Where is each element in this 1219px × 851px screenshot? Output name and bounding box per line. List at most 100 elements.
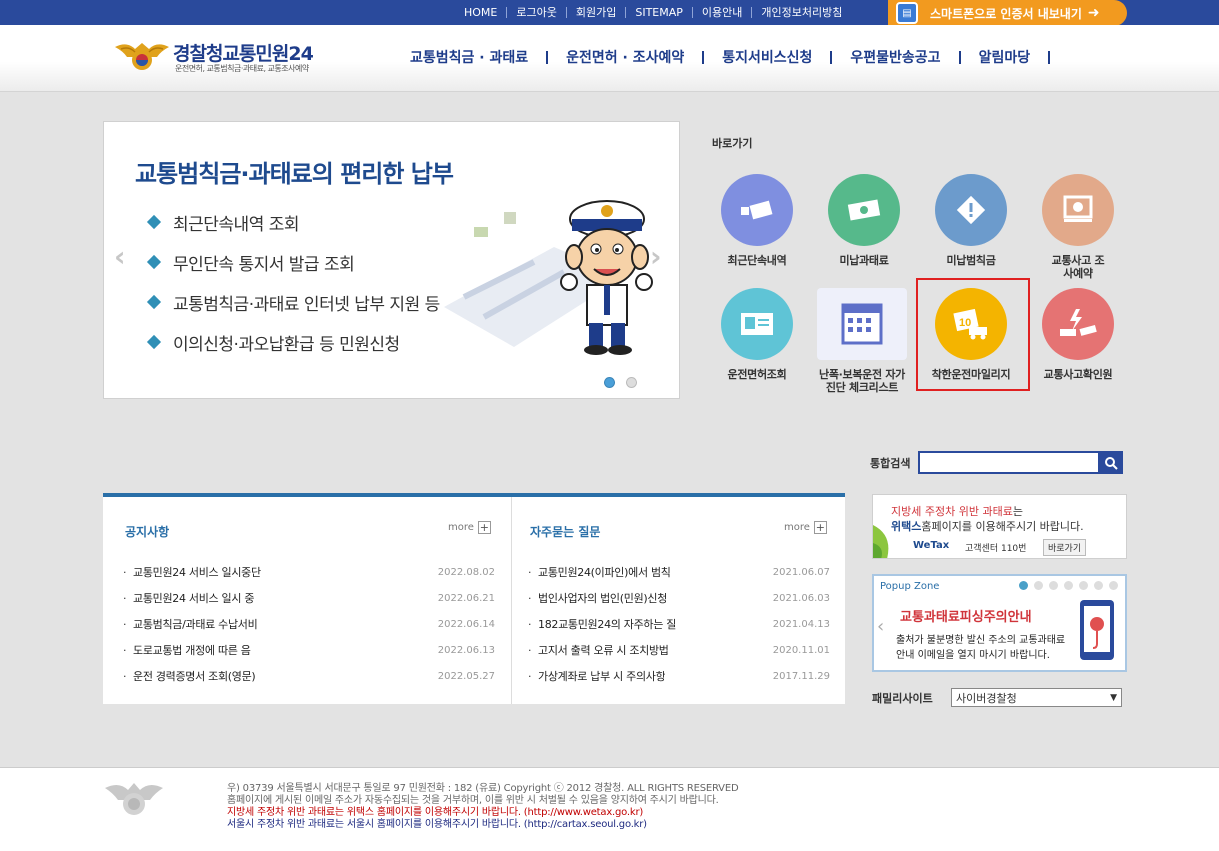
banner-item: 이의신청·과오납환급 등 민원신청 (146, 322, 440, 362)
nav-notice[interactable]: 알림마당 (969, 47, 1041, 67)
popup-dot[interactable] (1094, 581, 1103, 590)
site-logo[interactable]: 경찰청교통민원24 운전면허, 교통범칙금·과태료, 교통조사예약 (113, 37, 343, 77)
wetax-logo: WeTax (913, 540, 950, 551)
popup-dot[interactable] (1019, 581, 1028, 590)
footer-line4: 서울시 주정차 위반 과태료는 서울시 홈페이지를 이용해주시기 바랍니다. (… (227, 819, 647, 830)
search-input[interactable] (918, 451, 1100, 474)
banner-list: 최근단속내역 조회 무인단속 통지서 발급 조회 교통범칙금·과태료 인터넷 납… (146, 202, 440, 362)
list-item[interactable]: · 고지서 출력 오류 시 조치방법 2020.11.01 (528, 637, 830, 663)
list-item[interactable]: · 교통민원24 서비스 일시중단 2022.08.02 (123, 559, 495, 585)
top-links: HOME 로그아웃 회원가입 SITEMAP 이용안내 개인정보처리방침 (455, 0, 851, 25)
notice-item-title: 교통범칙금/과태료 수납서비 (133, 618, 258, 631)
list-item[interactable]: · 교통민원24(이파인)에서 범칙 2021.06.07 (528, 559, 830, 585)
quick-recent-violation[interactable]: 최근단속내역 (707, 174, 807, 267)
popup-dot[interactable] (1079, 581, 1088, 590)
faq-item-title: 법인사업자의 법인(민원)신청 (538, 592, 668, 605)
footer-line1: 우) 03739 서울특별시 서대문구 통일로 97 민원전화 : 182 (유… (227, 783, 739, 794)
nav-divider (546, 50, 549, 64)
nav-divider (1048, 50, 1051, 64)
banner-dot-1[interactable] (604, 377, 615, 388)
notice-more-button[interactable]: more + (448, 521, 491, 534)
quick-accident-reservation[interactable]: 교통사고 조사예약 (1028, 174, 1128, 280)
wetax-go-button[interactable]: 바로가기 (1043, 539, 1087, 556)
logout-link[interactable]: 로그아웃 (506, 7, 565, 18)
banner-prev-button[interactable]: ‹ (114, 240, 126, 273)
popup-prev-button[interactable]: ‹ (877, 616, 884, 637)
money-icon (828, 174, 900, 246)
banner-pagination (604, 377, 637, 388)
list-item[interactable]: · 교통범칙금/과태료 수납서비 2022.06.14 (123, 611, 495, 637)
search-button[interactable] (1099, 451, 1123, 474)
sitemap-link[interactable]: SITEMAP (625, 7, 692, 18)
faq-list: · 교통민원24(이파인)에서 범칙 2021.06.07 · 법인사업자의 법인(민… (528, 559, 830, 689)
faq-title[interactable]: 자주묻는 질문 (530, 523, 600, 540)
nav-return-mail[interactable]: 우편물반송공고 (840, 47, 950, 67)
home-link[interactable]: HOME (455, 7, 506, 18)
notice-item-date: 2022.08.02 (437, 566, 495, 578)
more-label: more (784, 522, 810, 533)
banner-item-text: 이의신청·과오납환급 등 민원신청 (173, 334, 400, 355)
search-label: 통합검색 (870, 457, 911, 470)
popup-dot[interactable] (1064, 581, 1073, 590)
quick-unpaid-fine[interactable]: 미납과태료 (814, 174, 914, 267)
banner-dot-2[interactable] (626, 377, 637, 388)
faq-more-button[interactable]: more + (784, 521, 827, 534)
list-item[interactable]: · 운전 경력증명서 조회(영문) 2022.05.27 (123, 663, 495, 689)
faq-item-date: 2021.06.07 (772, 566, 830, 578)
popup-line1: 출처가 불분명한 발신 주소의 교통과태료 (896, 635, 1066, 646)
quick-aggressive-driving-checklist[interactable]: 난폭·보복운전 자가진단 체크리스트 (812, 288, 912, 394)
diamond-bullet-icon (146, 214, 162, 230)
nav-fine[interactable]: 교통범칙금 · 과태료 (400, 47, 538, 67)
quick-label: 운전면허조회 (727, 368, 787, 381)
police-emblem-gray-icon (105, 783, 163, 815)
banner-next-button[interactable]: › (650, 240, 662, 273)
quick-license-check[interactable]: 운전면허조회 (707, 288, 807, 381)
popup-headline: 교통과태료피싱주의안내 (900, 610, 1032, 625)
list-item[interactable]: · 교통민원24 서비스 일시 중 2022.06.21 (123, 585, 495, 611)
signup-link[interactable]: 회원가입 (565, 7, 625, 18)
chevron-down-icon: ▼ (1110, 692, 1117, 703)
smart-label: 스마트폰으로 인증서 내보내기 (930, 6, 1082, 21)
bullet-icon: · (528, 617, 532, 631)
main-banner[interactable]: 교통범칙금·과태료의 편리한 납부 최근단속내역 조회 무인단속 통지서 발급 … (103, 121, 680, 399)
wetax-line1-rest: 는 (1012, 505, 1023, 518)
privacy-link[interactable]: 개인정보처리방침 (751, 7, 851, 18)
board-panel: 공지사항 more + · 교통민원24 서비스 일시중단 2022.08.02 · 교… (103, 493, 845, 704)
bullet-icon: · (528, 669, 532, 683)
popup-zone[interactable]: Popup Zone ‹ › 교통과태료피싱주의안내 출처가 불분명한 발신 주… (872, 574, 1127, 672)
family-site-select[interactable]: 사이버경찰청 ▼ (951, 688, 1122, 707)
popup-pagination (1019, 581, 1118, 590)
warning-icon (935, 174, 1007, 246)
calendar-icon (817, 288, 907, 360)
quick-accident-confirmation[interactable]: 교통사고확인원 (1028, 288, 1128, 381)
nav-divider (702, 50, 705, 64)
phishing-hook-icon (1080, 600, 1114, 660)
footer-line2: 홈페이지에 게시된 이메일 주소가 자동수집되는 것을 거부하며, 이를 위반 … (227, 795, 719, 806)
logo-subtitle: 운전면허, 교통범칙금·과태료, 교통조사예약 (175, 64, 309, 73)
wetax-line1-red: 지방세 주정차 위반 과태료 (891, 505, 1013, 518)
quick-unpaid-penalty[interactable]: 미납범칙금 (921, 174, 1021, 267)
guide-link[interactable]: 이용안내 (691, 7, 751, 18)
list-item[interactable]: · 법인사업자의 법인(민원)신청 2021.06.03 (528, 585, 830, 611)
notice-item-date: 2022.05.27 (437, 670, 495, 682)
smartphone-cert-export-button[interactable]: ▤ 스마트폰으로 인증서 내보내기 ➜ (888, 0, 1127, 26)
logo-title: 경찰청교통민원24 (173, 39, 314, 66)
wetax-banner[interactable]: 지방세 주정차 위반 과태료는 위택스홈페이지를 이용해주시기 바랍니다. We… (872, 494, 1127, 559)
notice-board: 공지사항 more + · 교통민원24 서비스 일시중단 2022.08.02 · 교… (103, 497, 512, 704)
list-item[interactable]: · 도로교통법 개정에 따른 음 2022.06.13 (123, 637, 495, 663)
list-item[interactable]: · 가상계좌로 납부 시 주의사항 2017.11.29 (528, 663, 830, 689)
nav-notification[interactable]: 통지서비스신청 (712, 47, 822, 67)
nav-divider (958, 50, 961, 64)
popup-dot[interactable] (1049, 581, 1058, 590)
logo-title-b: 교통민원24 (222, 43, 313, 65)
notice-title[interactable]: 공지사항 (125, 523, 169, 540)
popup-dot[interactable] (1034, 581, 1043, 590)
list-item[interactable]: · 182교통민원24의 자주하는 질 2021.04.13 (528, 611, 830, 637)
banner-item: 무인단속 통지서 발급 조회 (146, 242, 440, 282)
nav-license[interactable]: 운전면허 · 조사예약 (556, 47, 694, 67)
monitor-icon (1042, 174, 1114, 246)
quick-label: 교통사고확인원 (1043, 368, 1113, 381)
logo-title-a: 경찰청 (173, 43, 223, 65)
banner-item: 최근단속내역 조회 (146, 202, 440, 242)
popup-dot[interactable] (1109, 581, 1118, 590)
